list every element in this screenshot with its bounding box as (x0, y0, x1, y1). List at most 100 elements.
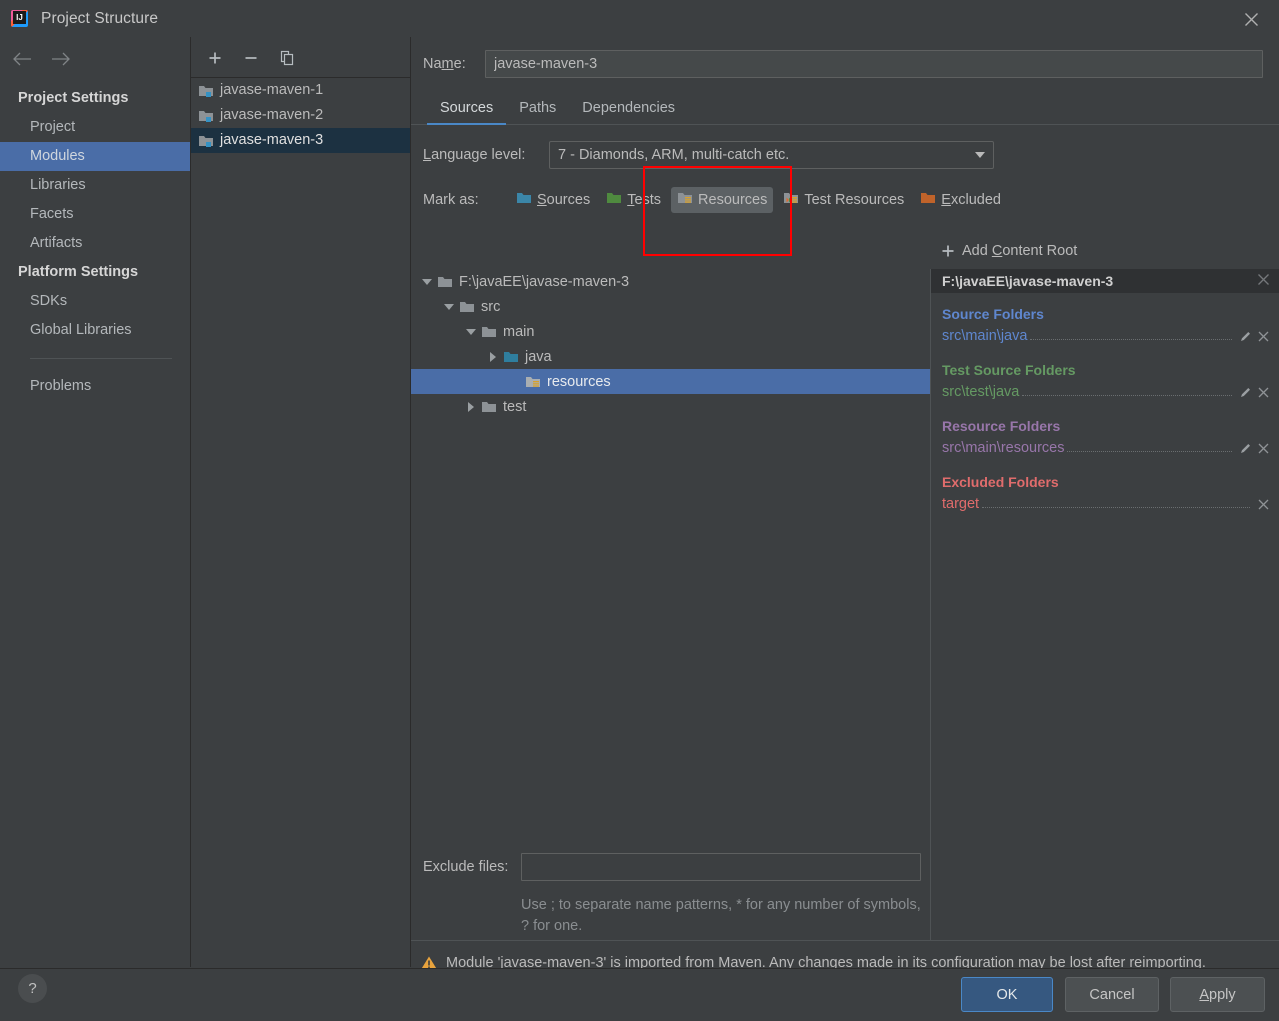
sidebar-item-facets[interactable]: Facets (0, 200, 190, 229)
module-folder-icon (198, 109, 214, 123)
close-icon[interactable] (1239, 7, 1263, 31)
sidebar-item-problems[interactable]: Problems (0, 372, 190, 401)
mark-as-test-resources-label: Test Resources (804, 192, 905, 208)
language-level-select[interactable]: 7 - Diamonds, ARM, multi-catch etc. (549, 141, 994, 169)
plus-icon[interactable] (204, 47, 226, 69)
tree-row[interactable]: src (411, 294, 931, 319)
tab-sources[interactable]: Sources (427, 100, 507, 125)
dotted-leader (982, 497, 1250, 508)
mark-as-excluded-button[interactable]: Excluded (914, 187, 1007, 213)
folder-resources-icon (525, 375, 541, 389)
sidebar-group-project-settings: Project Settings (18, 90, 129, 106)
sidebar-item-project[interactable]: Project (0, 113, 190, 142)
mark-as-resources-button[interactable]: Resources (671, 187, 774, 213)
copy-icon[interactable] (276, 47, 298, 69)
intellij-idea-icon (11, 10, 28, 27)
list-item[interactable]: javase-maven-1 (191, 78, 410, 103)
language-level-row: Language level: 7 - Diamonds, ARM, multi… (411, 140, 1279, 170)
list-item[interactable]: target (942, 493, 1279, 515)
folder-plain-icon (459, 300, 475, 314)
pencil-icon[interactable] (1236, 386, 1254, 399)
folder-test-resources-icon (783, 191, 799, 209)
list-item-label: javase-maven-1 (220, 82, 324, 98)
tree-row[interactable]: test (411, 394, 931, 419)
tree-row[interactable]: main (411, 319, 931, 344)
modules-pane: javase-maven-1 javase-maven-2 javase-mav… (191, 37, 411, 967)
cancel-button[interactable]: Cancel (1065, 977, 1159, 1012)
close-icon[interactable] (1254, 330, 1272, 343)
chevron-down-icon[interactable] (463, 324, 479, 340)
exclude-files-label: Exclude files: (423, 859, 509, 875)
add-content-root-button[interactable]: Add Content Root (931, 237, 1279, 265)
list-item[interactable]: javase-maven-2 (191, 103, 410, 128)
sidebar-item-libraries[interactable]: Libraries (0, 171, 190, 200)
chevron-right-icon[interactable] (485, 349, 501, 365)
tree-row-label: test (503, 398, 527, 415)
close-icon[interactable] (1254, 498, 1272, 511)
mark-as-test-resources-button[interactable]: Test Resources (777, 187, 910, 213)
tab-paths[interactable]: Paths (506, 100, 569, 124)
dotted-leader (1022, 385, 1232, 396)
close-icon[interactable] (1254, 442, 1272, 455)
sidebar-item-artifacts[interactable]: Artifacts (0, 229, 190, 258)
pencil-icon[interactable] (1236, 442, 1254, 455)
folder-path: target (942, 496, 980, 512)
apply-rest: pply (1209, 986, 1236, 1003)
module-name-input[interactable] (485, 50, 1263, 78)
plus-icon (941, 244, 955, 258)
folder-path: src\test\java (942, 384, 1020, 400)
list-item[interactable]: src\test\java (942, 381, 1279, 403)
folder-plain-icon (481, 325, 497, 339)
folder-plain-icon (437, 275, 453, 289)
warning-divider (411, 940, 1279, 941)
exclude-files-input[interactable] (521, 853, 921, 881)
minus-icon[interactable] (240, 47, 262, 69)
mark-as-label: Mark as: (423, 192, 479, 208)
tree-row[interactable]: java (411, 344, 931, 369)
pencil-icon[interactable] (1236, 330, 1254, 343)
apply-button[interactable]: Apply (1170, 977, 1265, 1012)
mark-as-sources-button[interactable]: Sources (510, 187, 596, 213)
ok-button[interactable]: OK (961, 977, 1053, 1012)
close-icon[interactable] (1257, 273, 1270, 289)
content-roots-tree: F:\javaEE\javase-maven-3 src main java r… (411, 269, 931, 859)
tree-row[interactable]: F:\javaEE\javase-maven-3 (411, 269, 931, 294)
mark-as-tests-button[interactable]: Tests (600, 187, 667, 213)
chevron-down-icon[interactable] (441, 299, 457, 315)
exclude-files-hint: Use ; to separate name patterns, * for a… (521, 897, 921, 934)
sidebar-item-global-libraries[interactable]: Global Libraries (0, 316, 190, 345)
tab-dependencies[interactable]: Dependencies (569, 100, 688, 124)
settings-sidebar: Project Settings Project Modules Librari… (0, 37, 191, 967)
name-label: Name: (423, 56, 466, 72)
window-title: Project Structure (41, 9, 159, 27)
tree-row-label: F:\javaEE\javase-maven-3 (459, 273, 630, 290)
arrow-right-icon[interactable] (50, 49, 72, 69)
arrow-left-icon[interactable] (11, 49, 33, 69)
list-item[interactable]: src\main\resources (942, 437, 1279, 459)
list-item[interactable]: src\main\java (942, 325, 1279, 347)
sidebar-item-sdks[interactable]: SDKs (0, 287, 190, 316)
module-folder-icon (198, 84, 214, 98)
dotted-leader (1030, 329, 1232, 340)
project-structure-dialog: Project Structure Project Settings Proje… (0, 0, 1279, 1021)
tree-row-label: java (525, 348, 552, 365)
content-root-path: F:\javaEE\javase-maven-3 (942, 273, 1114, 289)
apply-mnemonic: A (1199, 986, 1210, 1003)
list-item[interactable]: javase-maven-3 (191, 128, 410, 153)
chevron-right-icon[interactable] (463, 399, 479, 415)
folder-sources-icon (516, 191, 532, 209)
sidebar-item-modules[interactable]: Modules (0, 142, 190, 171)
modules-toolbar (191, 37, 410, 73)
module-tabs: Sources Paths Dependencies (411, 91, 1279, 125)
test-source-folders-title: Test Source Folders (942, 362, 1076, 378)
sidebar-group-platform-settings: Platform Settings (18, 264, 139, 280)
list-item-label: javase-maven-2 (220, 107, 324, 123)
chevron-down-icon[interactable] (419, 274, 435, 290)
name-row: Name: (411, 49, 1279, 79)
source-folders-title: Source Folders (942, 306, 1044, 322)
source-folders-group: Source Folders src\main\java (931, 306, 1279, 349)
tree-row[interactable]: resources (411, 369, 931, 394)
close-icon[interactable] (1254, 386, 1272, 399)
help-question-icon[interactable]: ? (18, 974, 47, 1003)
